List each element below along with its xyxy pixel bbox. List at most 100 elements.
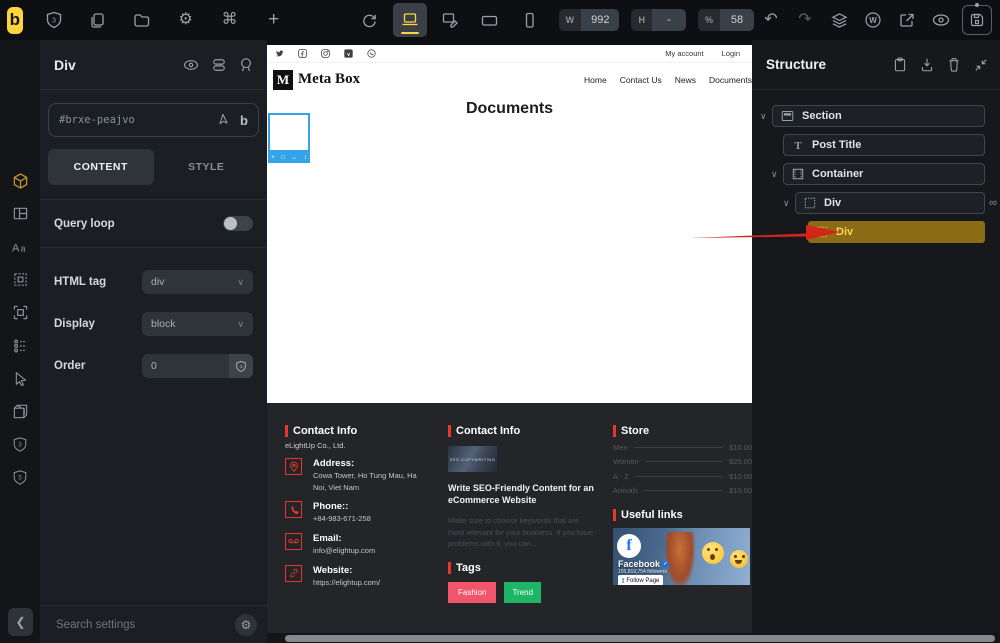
- undo-icon[interactable]: ↶: [754, 3, 788, 37]
- keyboard-shortcuts-icon[interactable]: ⌘: [213, 3, 247, 37]
- box-3d-icon[interactable]: [0, 395, 40, 428]
- settings-gear-icon[interactable]: ⚙: [169, 3, 203, 37]
- facebook-page-widget[interactable]: f Facebook✓ 155,819,754 followers fFollo…: [613, 528, 750, 585]
- shield-5-rail-icon[interactable]: 5: [0, 461, 40, 494]
- wordpress-icon[interactable]: W: [856, 3, 890, 37]
- layers-icon[interactable]: [822, 3, 856, 37]
- pages-icon[interactable]: [81, 3, 115, 37]
- article-thumbnail[interactable]: SEO COPYWRITING: [448, 446, 497, 472]
- collapse-panel-button[interactable]: ❮: [8, 608, 33, 636]
- selected-div-element[interactable]: [268, 113, 310, 152]
- site-preview: v My account Login M Meta Box Home Conta…: [267, 45, 752, 643]
- layout-columns-icon[interactable]: [0, 197, 40, 230]
- tablet-icon[interactable]: [473, 3, 507, 37]
- duplicate-icon[interactable]: □: [281, 155, 285, 161]
- phone-icon[interactable]: [513, 3, 547, 37]
- store-row[interactable]: Women $25.00: [613, 457, 752, 466]
- store-row[interactable]: Arrivals $10.00: [613, 486, 752, 495]
- collapse-all-icon[interactable]: [974, 58, 988, 72]
- pattern-grid-icon[interactable]: [0, 263, 40, 296]
- preview-eye-icon[interactable]: [924, 3, 958, 37]
- loop-person-icon[interactable]: [239, 57, 253, 72]
- element-id-input[interactable]: #brxe-peajvo b: [48, 103, 259, 137]
- typography-icon[interactable]: Aa: [0, 230, 40, 263]
- save-button[interactable]: [962, 5, 992, 35]
- folder-icon[interactable]: [125, 3, 159, 37]
- height-input-group[interactable]: H -: [631, 9, 686, 31]
- fb-follow-button[interactable]: fFollow Page: [618, 575, 663, 585]
- website-value[interactable]: https://elightup.com/: [313, 577, 380, 589]
- zoom-value[interactable]: 58: [720, 9, 754, 31]
- form-fields-icon[interactable]: [0, 329, 40, 362]
- my-account-link[interactable]: My account: [665, 49, 703, 58]
- pointer-icon[interactable]: [217, 114, 230, 127]
- structure-item-container[interactable]: Container: [783, 163, 985, 185]
- login-link[interactable]: Login: [722, 49, 740, 58]
- chevron-container-icon[interactable]: ∨: [771, 169, 778, 180]
- width-value[interactable]: 992: [581, 9, 619, 31]
- structure-item-section[interactable]: Section: [772, 105, 985, 127]
- structure-title: Structure: [766, 57, 880, 72]
- search-settings-input[interactable]: [56, 619, 235, 631]
- html-tag-select[interactable]: div ∨: [142, 270, 253, 294]
- nav-contact-us[interactable]: Contact Us: [620, 75, 662, 85]
- email-value[interactable]: info@elightup.com: [313, 545, 375, 557]
- phone-value[interactable]: +84-983-671-258: [313, 513, 371, 525]
- breakpoint-edit-icon[interactable]: [433, 3, 467, 37]
- add-element-icon[interactable]: +: [257, 3, 291, 37]
- tab-style[interactable]: STYLE: [154, 161, 260, 173]
- horizontal-scrollbar[interactable]: [267, 633, 1000, 643]
- bricks-logo[interactable]: b: [7, 7, 23, 34]
- svg-text:v: v: [347, 52, 350, 58]
- redo-icon[interactable]: ↷: [788, 3, 822, 37]
- settings-gear-button[interactable]: ⚙: [235, 614, 257, 636]
- refresh-icon[interactable]: [353, 3, 387, 37]
- query-loop-toggle[interactable]: [223, 216, 253, 231]
- facebook-icon[interactable]: [298, 49, 307, 58]
- zoom-input-group[interactable]: % 58: [698, 9, 754, 31]
- scrollbar-thumb[interactable]: [285, 635, 995, 642]
- display-select[interactable]: block ∨: [142, 312, 253, 336]
- tab-content[interactable]: CONTENT: [48, 149, 154, 185]
- tag-fashion[interactable]: Fashion: [448, 582, 496, 603]
- import-icon[interactable]: [920, 57, 934, 72]
- bricks-b-icon[interactable]: b: [240, 113, 248, 128]
- add-icon[interactable]: +: [271, 155, 275, 161]
- instagram-icon[interactable]: [321, 49, 330, 58]
- clipboard-icon[interactable]: [893, 57, 907, 72]
- cursor-interactions-icon[interactable]: [0, 362, 40, 395]
- whatsapp-icon[interactable]: [367, 49, 376, 58]
- height-value[interactable]: -: [652, 9, 686, 31]
- chevron-div-icon[interactable]: ∨: [783, 198, 790, 209]
- tag-trend[interactable]: Trend: [504, 582, 541, 603]
- external-link-icon[interactable]: [890, 3, 924, 37]
- tags-heading: Tags: [448, 562, 613, 574]
- structure-item-div[interactable]: Div: [795, 192, 985, 214]
- move-horizontal-icon[interactable]: ↔: [291, 155, 297, 161]
- nav-documents[interactable]: Documents: [709, 75, 752, 85]
- store-row[interactable]: A - Z $10.00: [613, 472, 752, 481]
- frame-select-icon[interactable]: [0, 296, 40, 329]
- store-row[interactable]: Men $10.00: [613, 443, 752, 452]
- twitter-icon[interactable]: [275, 50, 284, 58]
- move-vertical-icon[interactable]: ↕: [304, 155, 307, 161]
- shield-3-icon[interactable]: 3: [37, 3, 71, 37]
- vimeo-icon[interactable]: v: [344, 49, 353, 58]
- desktop-breakpoint-button[interactable]: [393, 3, 427, 37]
- trash-icon[interactable]: [947, 57, 961, 72]
- nav-news[interactable]: News: [675, 75, 696, 85]
- structure-item-post-title[interactable]: T Post Title: [783, 134, 985, 156]
- elements-cube-icon[interactable]: [0, 164, 40, 197]
- order-input[interactable]: 0 3: [142, 354, 253, 378]
- order-shield-button[interactable]: 3: [229, 354, 253, 378]
- article-title[interactable]: Write SEO-Friendly Content for an eComme…: [448, 482, 598, 506]
- metabox-logo[interactable]: M: [273, 70, 293, 90]
- chevron-section-icon[interactable]: ∨: [760, 111, 767, 122]
- width-input-group[interactable]: W 992: [559, 9, 620, 31]
- states-icon[interactable]: [211, 58, 227, 72]
- shield-3-rail-icon[interactable]: 3: [0, 428, 40, 461]
- site-name[interactable]: Meta Box: [298, 71, 360, 88]
- nav-home[interactable]: Home: [584, 75, 607, 85]
- visibility-eye-icon[interactable]: [183, 59, 199, 71]
- facebook-logo-icon: f: [617, 534, 641, 558]
